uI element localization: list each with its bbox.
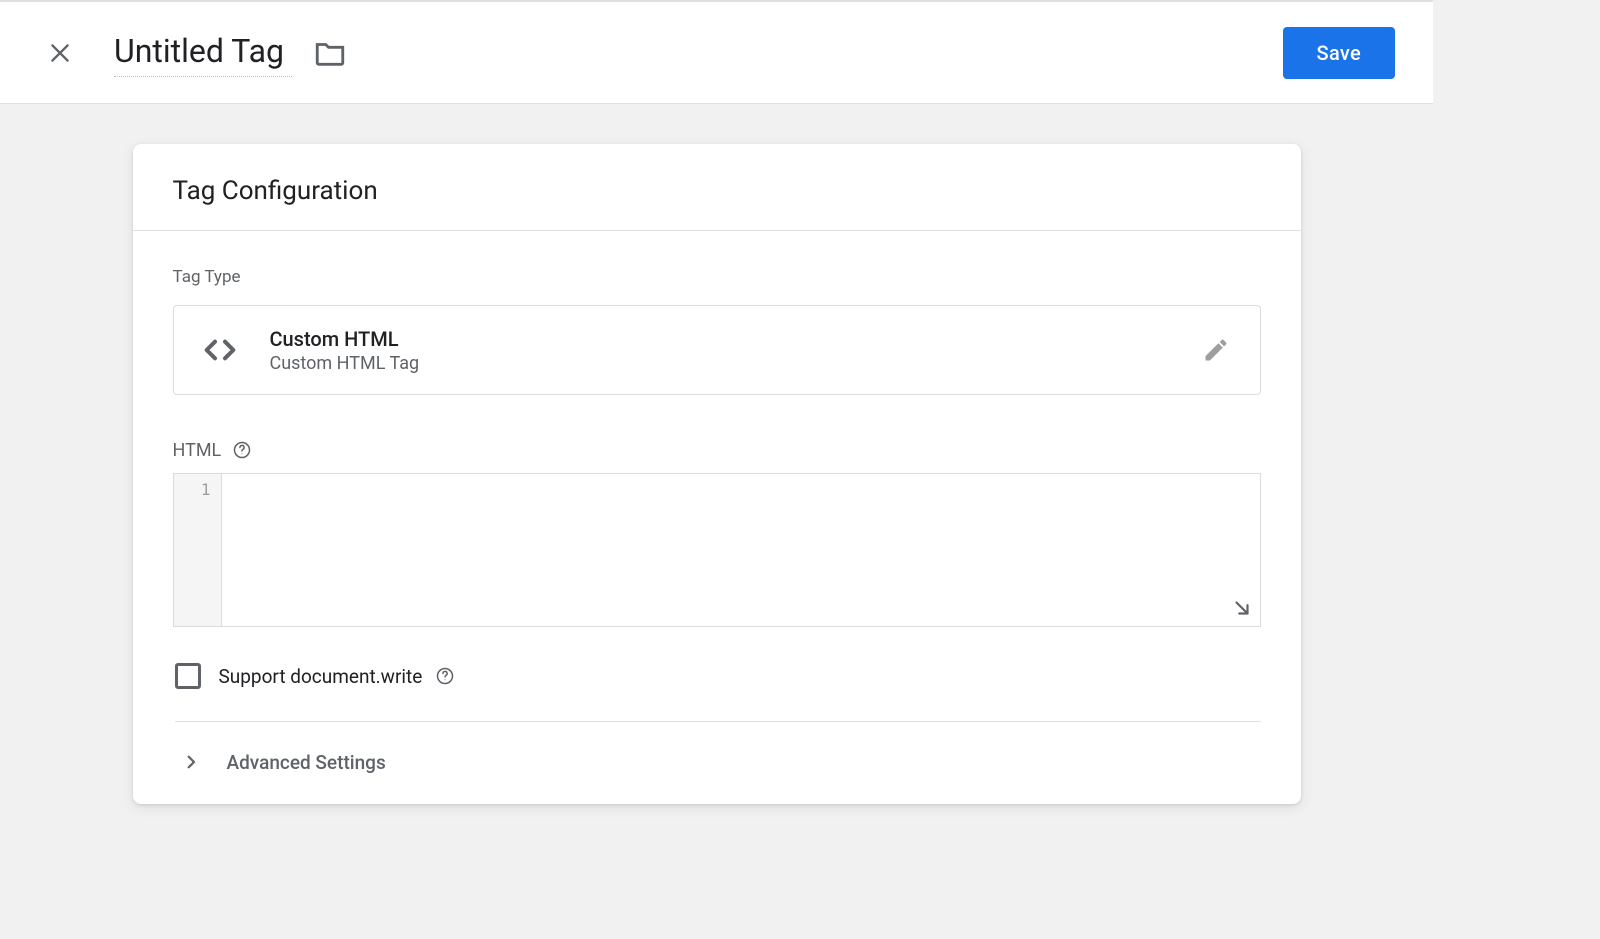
folder-button[interactable] <box>310 33 350 73</box>
advanced-settings-label: Advanced Settings <box>227 751 386 774</box>
editor-resize-handle[interactable] <box>1230 596 1254 620</box>
support-document-write-row: Support document.write <box>175 663 1261 722</box>
html-code-editor: 1 <box>173 473 1261 627</box>
tag-type-label: Tag Type <box>173 267 1261 287</box>
save-button[interactable]: Save <box>1283 27 1395 79</box>
tag-type-description: Custom HTML Tag <box>270 353 1198 374</box>
help-icon <box>232 440 252 460</box>
card-title: Tag Configuration <box>173 176 1261 206</box>
html-code-input[interactable] <box>222 474 1260 626</box>
tag-name-input[interactable] <box>114 28 292 77</box>
close-button[interactable] <box>36 29 84 77</box>
support-document-write-checkbox[interactable] <box>175 663 201 689</box>
support-document-write-label: Support document.write <box>219 665 423 688</box>
code-icon <box>194 324 246 376</box>
tag-type-selector[interactable]: Custom HTML Custom HTML Tag <box>173 305 1261 395</box>
close-icon <box>47 40 73 66</box>
pencil-icon <box>1202 336 1230 364</box>
folder-icon <box>313 36 347 70</box>
tag-configuration-card: Tag Configuration Tag Type Custom HTML C… <box>133 144 1301 804</box>
tag-type-name: Custom HTML <box>270 327 1198 351</box>
html-field-label: HTML <box>173 440 222 461</box>
edit-tag-type-button[interactable] <box>1198 332 1234 368</box>
advanced-settings-toggle[interactable]: Advanced Settings <box>173 722 1261 804</box>
document-write-help-button[interactable] <box>434 665 456 687</box>
html-help-button[interactable] <box>231 439 253 461</box>
header-bar: Save <box>0 0 1433 104</box>
resize-icon <box>1231 597 1253 619</box>
chevron-right-icon <box>179 750 203 774</box>
line-number: 1 <box>174 480 211 499</box>
help-icon <box>435 666 455 686</box>
editor-gutter: 1 <box>174 474 222 626</box>
